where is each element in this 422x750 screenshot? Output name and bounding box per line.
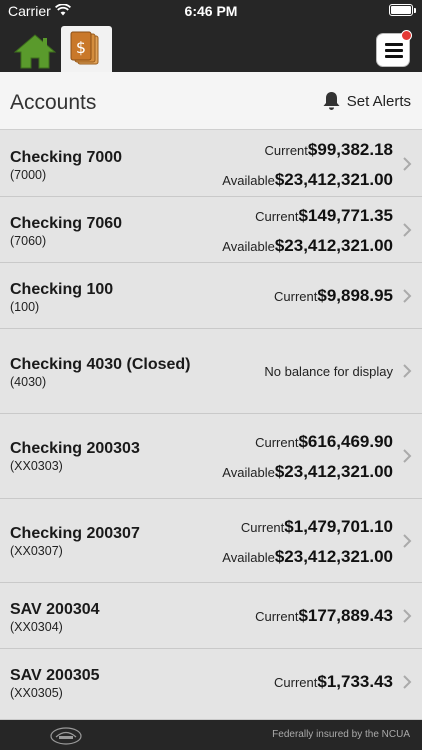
account-row[interactable]: Checking 7060 (7060) Current$149,771.35 … [0, 197, 422, 263]
home-tab[interactable] [13, 33, 57, 69]
account-number: (XX0307) [10, 544, 63, 558]
current-balance: Current$9,898.95 [274, 286, 393, 305]
current-balance: Current$1,479,701.10 [240, 517, 393, 536]
status-time: 6:46 PM [184, 3, 238, 19]
account-row[interactable]: SAV 200304 (XX0304) Current$177,889.43 [0, 583, 422, 649]
page-header: Accounts Set Alerts [0, 72, 422, 130]
current-balance: Current$1,733.43 [274, 672, 393, 691]
home-icon [13, 34, 57, 69]
account-row[interactable]: Checking 200307 (XX0307) Current$1,479,7… [0, 499, 422, 583]
account-number: (7000) [10, 168, 47, 182]
accounts-dollar-icon: $ [70, 31, 99, 65]
current-balance: Current$99,382.18 [264, 140, 393, 159]
account-row[interactable]: Checking 7000 (7000) Current$99,382.18 A… [0, 131, 422, 197]
chevron-right-icon [403, 534, 412, 548]
no-balance-message: No balance for display [264, 364, 393, 379]
available-balance: Available$23,412,321.00 [222, 236, 393, 255]
account-name: Checking 100 [10, 281, 114, 298]
chevron-right-icon [403, 289, 412, 303]
chevron-right-icon [403, 449, 412, 463]
svg-text:$: $ [76, 38, 86, 57]
account-number: (XX0305) [10, 686, 63, 700]
account-row[interactable]: Checking 200303 (XX0303) Current$616,469… [0, 414, 422, 499]
chevron-right-icon [403, 157, 412, 171]
accounts-tab[interactable]: $ [61, 26, 112, 72]
account-name: Checking 200307 [10, 525, 140, 542]
account-number: (4030) [10, 375, 47, 389]
available-balance: Available$23,412,321.00 [222, 547, 393, 566]
chevron-right-icon [403, 223, 412, 237]
main-menu-button[interactable] [376, 30, 412, 67]
credit-union-logo-icon [50, 727, 82, 745]
available-balance: Available$23,412,321.00 [222, 170, 393, 189]
available-balance: Available$23,412,321.00 [222, 462, 393, 481]
account-name: Checking 4030 (Closed) [10, 356, 191, 373]
notification-dot [401, 30, 412, 41]
chevron-right-icon [403, 364, 412, 378]
footer: Federally insured by the NCUA [0, 720, 422, 750]
set-alerts-label: Set Alerts [346, 92, 411, 110]
status-bar: Carrier 6:46 PM [0, 0, 422, 22]
account-name: Checking 200303 [10, 440, 140, 457]
account-name: SAV 200305 [10, 667, 100, 684]
bell-icon [323, 92, 340, 110]
account-name: Checking 7000 [10, 149, 123, 166]
account-number: (XX0303) [10, 459, 63, 473]
account-name: Checking 7060 [10, 215, 123, 232]
current-balance: Current$616,469.90 [255, 432, 393, 451]
battery-icon [389, 4, 416, 16]
chevron-right-icon [403, 675, 412, 689]
account-name: SAV 200304 [10, 601, 100, 618]
top-bar: Carrier 6:46 PM $ [0, 0, 422, 72]
page-title: Accounts [10, 91, 97, 114]
chevron-right-icon [403, 609, 412, 623]
account-number: (7060) [10, 234, 47, 248]
current-balance: Current$149,771.35 [255, 206, 393, 225]
account-row[interactable]: Checking 4030 (Closed) (4030) No balance… [0, 329, 422, 414]
account-row[interactable]: Checking 100 (100) Current$9,898.95 [0, 263, 422, 329]
account-number: (XX0304) [10, 620, 63, 634]
set-alerts-button[interactable]: Set Alerts [322, 91, 411, 111]
current-balance: Current$177,889.43 [255, 606, 393, 625]
account-row[interactable]: SAV 200305 (XX0305) Current$1,733.43 [0, 649, 422, 720]
ncua-insured-text: Federally insured by the NCUA [272, 729, 410, 740]
account-number: (100) [10, 300, 40, 314]
